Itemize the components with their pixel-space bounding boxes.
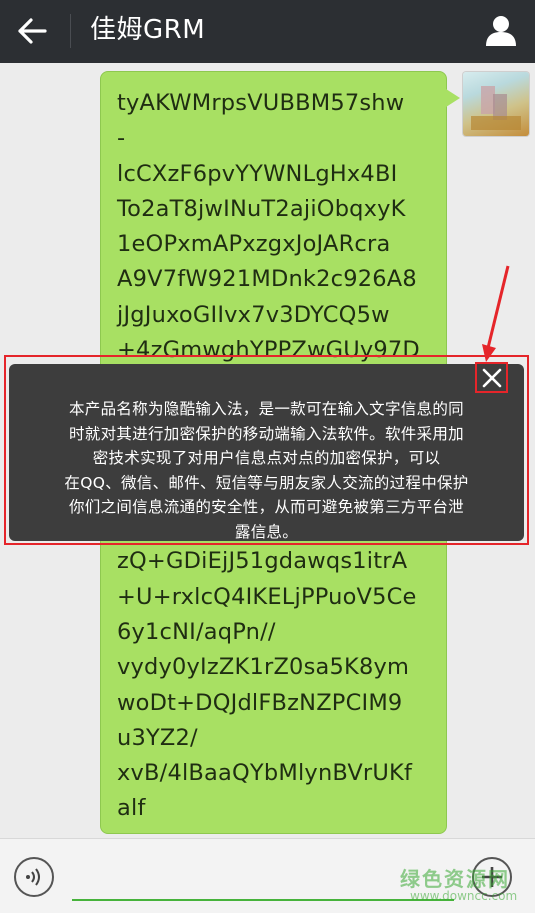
message-line: woDt+DQJdlFBzNZPCIM9	[117, 689, 403, 716]
message-line: -	[117, 125, 126, 152]
voice-button[interactable]	[14, 857, 54, 897]
message-input[interactable]	[72, 853, 454, 901]
popup-description: 本产品名称为隐酷输入法，是一款可在输入文字信息的同 时就对其进行加密保护的移动端输…	[13, 397, 520, 544]
message-line: alf	[117, 795, 146, 822]
popup-line: 时就对其进行加密保护的移动端输入法软件。软件采用加	[68, 424, 464, 443]
popup-line: 你们之间信息流通的安全性，从而可避免被第三方平台泄	[68, 498, 464, 516]
plus-icon	[482, 867, 502, 887]
message-line: xvB/4lBaaQYbMlynBVrUKf	[117, 760, 413, 787]
close-icon	[482, 368, 501, 387]
popup-line: 在QQ、微信、邮件、短信等与朋友家人交流的过程中保护	[64, 473, 469, 492]
message-line: 1eOPxmAPxzgxJoJARcra	[117, 231, 391, 258]
message-line: 6y1cNI/aqPn//	[117, 618, 276, 645]
back-button[interactable]	[8, 8, 56, 54]
message-line: u3YZ2/	[117, 724, 198, 751]
info-popup: 本产品名称为隐酷输入法，是一款可在输入文字信息的同 时就对其进行加密保护的移动端输…	[9, 364, 524, 541]
popup-line: 密技术实现了对用户信息点对点的加密保护，可以	[92, 449, 441, 467]
top-bar: 佳姆GRM	[0, 0, 535, 63]
message-text-bottom: zQ+GDiEjJ51gdawqs1itrA +U+rxlcQ4IKELjPPuo…	[117, 544, 436, 826]
arrow-left-icon	[18, 18, 47, 44]
message-line: lcCXzF6pvYYWNLgHx4BI	[117, 160, 398, 187]
popup-line: 本产品名称为隐酷输入法，是一款可在输入文字信息的同	[68, 400, 464, 418]
message-line: A9V7fW921MDnk2c926A8	[117, 266, 417, 293]
input-bar: 绿色资源网 www.downcc.com	[0, 838, 535, 913]
message-text-top: tyAKWMrpsVUBBM57shw - lcCXzF6pvYYWNLgHx4BI…	[117, 86, 436, 368]
voice-icon	[26, 868, 40, 886]
avatar[interactable]	[463, 72, 529, 136]
popup-line: 露信息。	[234, 522, 299, 541]
message-line: vydy0yIzZK1rZ0sa5K8ym	[117, 654, 410, 681]
contact-profile-button[interactable]	[477, 8, 525, 54]
bubble-tail	[446, 89, 460, 107]
annotation-arrow-icon	[482, 265, 510, 362]
person-icon	[486, 16, 516, 46]
popup-close-button[interactable]	[475, 362, 508, 393]
message-line: zQ+GDiEjJ51gdawqs1itrA	[117, 548, 408, 575]
message-line: jJgJuxoGIIvx7v3DYCQ5w	[117, 301, 390, 328]
message-line: +U+rxlcQ4IKELjPPuoV5Ce	[117, 583, 417, 610]
message-line: To2aT8jwINuT2ajiObqxyK	[117, 195, 406, 222]
chat-title: 佳姆GRM	[90, 15, 206, 45]
more-button[interactable]	[472, 857, 512, 897]
message-line: tyAKWMrpsVUBBM57shw	[117, 90, 405, 116]
header-divider	[70, 14, 71, 48]
